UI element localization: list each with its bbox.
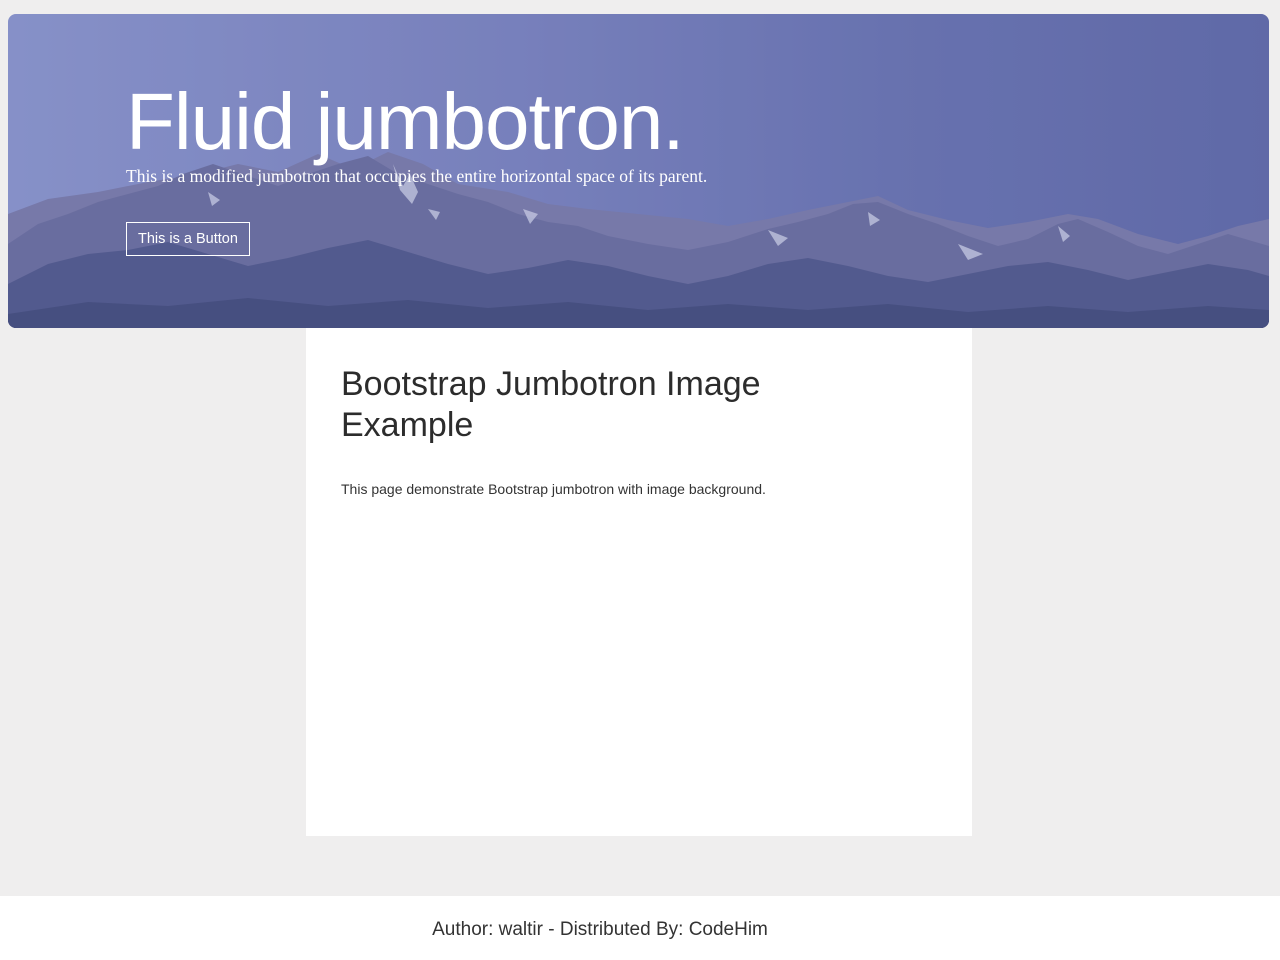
- jumbotron-title: Fluid jumbotron.: [126, 77, 685, 166]
- footer-credit-text: Author: waltir - Distributed By: CodeHim: [432, 919, 768, 940]
- footer: Author: waltir - Distributed By: CodeHim: [0, 896, 1280, 960]
- jumbotron: Fluid jumbotron. This is a modified jumb…: [8, 14, 1269, 328]
- page-description: This page demonstrate Bootstrap jumbotro…: [341, 481, 766, 497]
- jumbotron-content: Fluid jumbotron. This is a modified jumb…: [126, 74, 1126, 256]
- page: Fluid jumbotron. This is a modified jumb…: [0, 0, 1280, 960]
- content-card: Bootstrap Jumbotron Image Example This p…: [306, 328, 972, 836]
- jumbotron-button[interactable]: This is a Button: [126, 222, 250, 256]
- page-title: Bootstrap Jumbotron Image Example: [341, 365, 761, 444]
- jumbotron-lead-text: This is a modified jumbotron that occupi…: [126, 166, 708, 186]
